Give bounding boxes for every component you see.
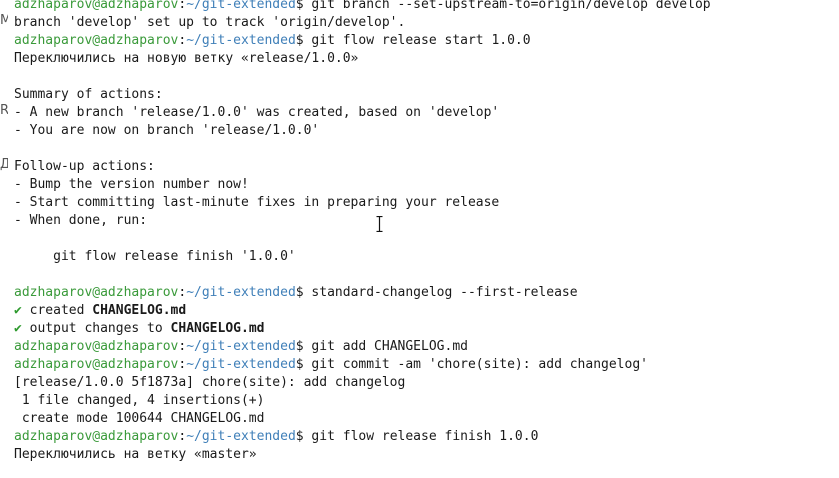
checkmark-icon: ✔ [14,321,22,336]
output-line: git flow release finish '1.0.0' [14,249,296,264]
output-text: created [21,303,93,318]
text-cursor-icon [376,216,383,232]
prompt-user: adzhaparov@adzhaparov [14,339,179,354]
background-window-fragment: Д [0,158,8,172]
prompt-line: adzhaparov@adzhaparov:~/git-extended$ gi… [14,0,839,14]
command-text: standard-changelog --first-release [303,285,578,300]
output-line: Follow-up actions: [14,159,155,174]
prompt-path: ~/git-extended [186,339,296,354]
background-window-fragment: R [0,104,8,118]
output-line: - Start committing last-minute fixes in … [14,195,500,210]
file-name: CHANGELOG.md [170,321,265,336]
command-text: git flow release start 1.0.0 [303,33,531,48]
prompt-symbol: $ [295,357,304,372]
prompt-path: ~/git-extended [186,33,296,48]
prompt-symbol: $ [295,33,304,48]
output-line: create mode 100644 CHANGELOG.md [14,411,265,426]
output-line: ✔ created CHANGELOG.md [14,302,839,320]
prompt-symbol: $ [295,0,304,12]
prompt-line: adzhaparov@adzhaparov:~/git-extended$ st… [14,284,839,302]
file-name: CHANGELOG.md [92,303,187,318]
prompt-path: ~/git-extended [186,0,296,12]
prompt-user: adzhaparov@adzhaparov [14,357,179,372]
prompt-symbol: $ [295,429,304,444]
output-line: Переключились на новую ветку «release/1.… [14,51,359,66]
output-line: branch 'develop' set up to track 'origin… [14,15,406,30]
output-line: Summary of actions: [14,87,163,102]
output-line: Переключились на ветку «master» [14,447,257,462]
output-line: 1 file changed, 4 insertions(+) [14,393,265,408]
terminal-window[interactable]: adzhaparov@adzhaparov:~/git-extended$ gi… [0,0,839,478]
output-line: - A new branch 'release/1.0.0' was creat… [14,105,500,120]
prompt-user: adzhaparov@adzhaparov [14,285,179,300]
output-line: - You are now on branch 'release/1.0.0' [14,123,320,138]
command-text: git branch --set-upstream-to=origin/deve… [303,0,711,12]
output-line: ✔ output changes to CHANGELOG.md [14,320,839,338]
prompt-line: adzhaparov@adzhaparov:~/git-extended$ gi… [14,356,839,374]
checkmark-icon: ✔ [14,303,22,318]
prompt-user: adzhaparov@adzhaparov [14,0,179,12]
command-text: git flow release finish 1.0.0 [303,429,539,444]
prompt-line: adzhaparov@adzhaparov:~/git-extended$ gi… [14,32,839,50]
prompt-line: adzhaparov@adzhaparov:~/git-extended$ gi… [14,338,839,356]
output-text: output changes to [21,321,171,336]
prompt-line: adzhaparov@adzhaparov:~/git-extended$ gi… [14,428,839,446]
prompt-user: adzhaparov@adzhaparov [14,429,179,444]
prompt-symbol: $ [295,285,304,300]
terminal-output: adzhaparov@adzhaparov:~/git-extended$ gi… [14,0,839,464]
command-text: git add CHANGELOG.md [303,339,468,354]
output-line: - Bump the version number now! [14,177,249,192]
prompt-path: ~/git-extended [186,357,296,372]
command-text: git commit -am 'chore(site): add changel… [303,357,648,372]
background-window-fragment: M [0,14,8,28]
prompt-path: ~/git-extended [186,285,296,300]
output-line: - When done, run: [14,213,148,228]
prompt-user: adzhaparov@adzhaparov [14,33,179,48]
prompt-path: ~/git-extended [186,429,296,444]
output-line: [release/1.0.0 5f1873a] chore(site): add… [14,375,406,390]
prompt-symbol: $ [295,339,304,354]
